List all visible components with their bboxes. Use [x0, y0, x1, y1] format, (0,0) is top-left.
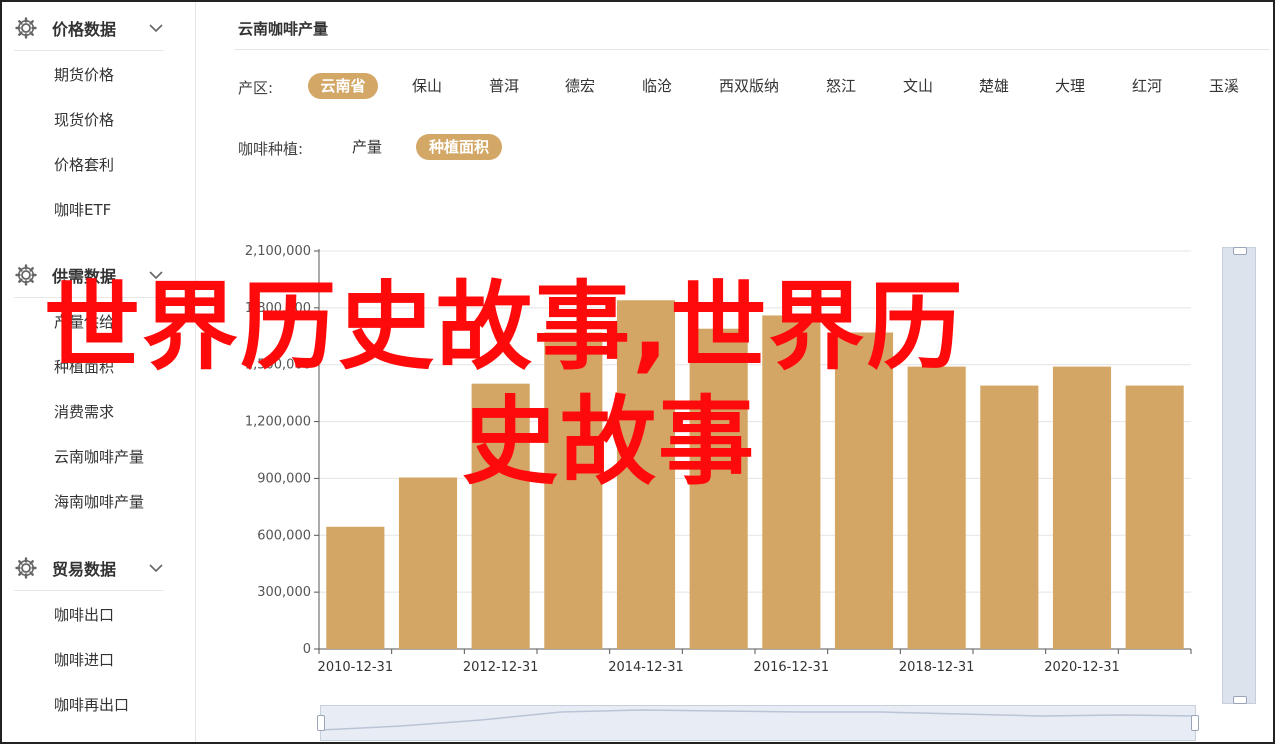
sidebar-item[interactable]: 海南咖啡产量	[54, 491, 144, 512]
sidebar-item[interactable]: 咖啡再出口	[54, 694, 129, 715]
sidebar-item[interactable]: 咖啡进口	[54, 649, 114, 670]
sidebar-item[interactable]: 现货价格	[54, 109, 114, 130]
y-tick-label: 900,000	[257, 471, 311, 486]
sidebar-section-header[interactable]: 贸易数据	[14, 545, 164, 591]
x-tick-label: 2014-12-31	[608, 660, 684, 675]
bar	[980, 385, 1039, 649]
y-tick-label: 2,100,000	[245, 244, 311, 259]
x-tick-label: 2012-12-31	[463, 660, 539, 675]
zoom-left-handle[interactable]	[317, 715, 325, 731]
bar	[689, 328, 748, 649]
sidebar: 价格数据期货价格现货价格价格套利咖啡ETF 供需数据产量供给种植面积消费需求云南咖…	[2, 2, 196, 742]
type-filter-label: 咖啡种植:	[238, 140, 304, 158]
slider-top-handle[interactable]	[1233, 247, 1247, 255]
chevron-down-icon[interactable]	[148, 560, 164, 576]
sidebar-item[interactable]: 云南咖啡产量	[54, 446, 144, 467]
sidebar-item[interactable]: 种植面积	[54, 356, 114, 377]
gear-icon	[14, 16, 38, 40]
region-chip[interactable]: 临沧	[632, 73, 682, 99]
y-tick-label: 300,000	[257, 585, 311, 600]
bar-chart: 0 300,000 600,000 900,000 1,200,000 1,500,000…	[245, 244, 1192, 675]
region-chip[interactable]: 德宏	[555, 73, 605, 99]
chevron-down-icon[interactable]	[148, 267, 164, 283]
sidebar-item[interactable]: 咖啡ETF	[54, 199, 111, 220]
region-chip[interactable]: 保山	[402, 73, 452, 99]
x-tick-label: 2016-12-31	[754, 660, 830, 675]
bar	[1052, 366, 1112, 649]
vertical-range-slider[interactable]	[1222, 247, 1256, 704]
bar	[907, 366, 966, 649]
app-frame: 价格数据 期货价格 现货价格 价格套利 咖啡ETF 供需数据 产量供给 种植面积 消费需求 云南咖…	[0, 0, 1275, 744]
bar	[834, 332, 894, 649]
bar	[544, 332, 603, 649]
bar	[762, 315, 821, 649]
sidebar-item[interactable]: 期货价格	[54, 64, 114, 85]
x-tick-label: 2010-12-31	[318, 660, 394, 675]
region-chip[interactable]: 楚雄	[969, 73, 1019, 99]
sidebar-section-title: 贸易数据	[52, 559, 117, 579]
horizontal-data-zoom[interactable]	[317, 705, 1199, 741]
region-chip[interactable]: 红河	[1122, 73, 1172, 99]
slider-bottom-handle[interactable]	[1233, 696, 1247, 704]
y-tick-label: 600,000	[257, 528, 311, 543]
region-chip[interactable]: 西双版纳	[709, 73, 789, 99]
page-title: 云南咖啡产量	[238, 20, 329, 38]
region-chip[interactable]: 玉溪	[1199, 73, 1249, 99]
sidebar-item[interactable]: 消费需求	[54, 401, 114, 422]
sidebar-item[interactable]: 价格套利	[54, 154, 114, 175]
region-chip[interactable]: 普洱	[479, 73, 529, 99]
sidebar-section-header[interactable]: 供需数据	[14, 252, 164, 298]
type-chip[interactable]: 产量	[342, 134, 392, 160]
sidebar-item[interactable]: 咖啡出口	[54, 604, 114, 625]
sidebar-section-header[interactable]: 价格数据	[14, 5, 164, 51]
y-tick-label: 1,200,000	[245, 415, 311, 430]
x-tick-label: 2020-12-31	[1044, 660, 1120, 675]
title-divider	[234, 49, 1270, 50]
region-chip[interactable]: 文山	[893, 73, 943, 99]
gear-icon	[14, 263, 38, 287]
bar	[398, 477, 458, 649]
chevron-down-icon[interactable]	[148, 20, 164, 36]
sidebar-section-title: 价格数据	[52, 19, 117, 39]
zoom-preview-line	[321, 709, 1197, 731]
y-tick-label: 1,800,000	[245, 301, 311, 316]
region-chip[interactable]: 怒江	[816, 73, 866, 99]
bar	[1125, 385, 1184, 649]
gear-icon	[14, 556, 38, 580]
sidebar-section-title: 供需数据	[52, 266, 117, 286]
bar	[471, 383, 530, 649]
region-filter-label: 产区:	[238, 79, 274, 97]
sidebar-item[interactable]: 产量供给	[54, 311, 114, 332]
type-chip[interactable]: 种植面积	[416, 134, 502, 160]
x-tick-label: 2018-12-31	[899, 660, 975, 675]
y-tick-label: 1,500,000	[245, 358, 311, 373]
bar	[326, 526, 385, 649]
region-chip[interactable]: 云南省	[308, 73, 378, 99]
region-chip[interactable]: 大理	[1045, 73, 1095, 99]
bar	[616, 300, 676, 649]
zoom-right-handle[interactable]	[1191, 715, 1199, 731]
y-tick-label: 0	[303, 642, 311, 657]
